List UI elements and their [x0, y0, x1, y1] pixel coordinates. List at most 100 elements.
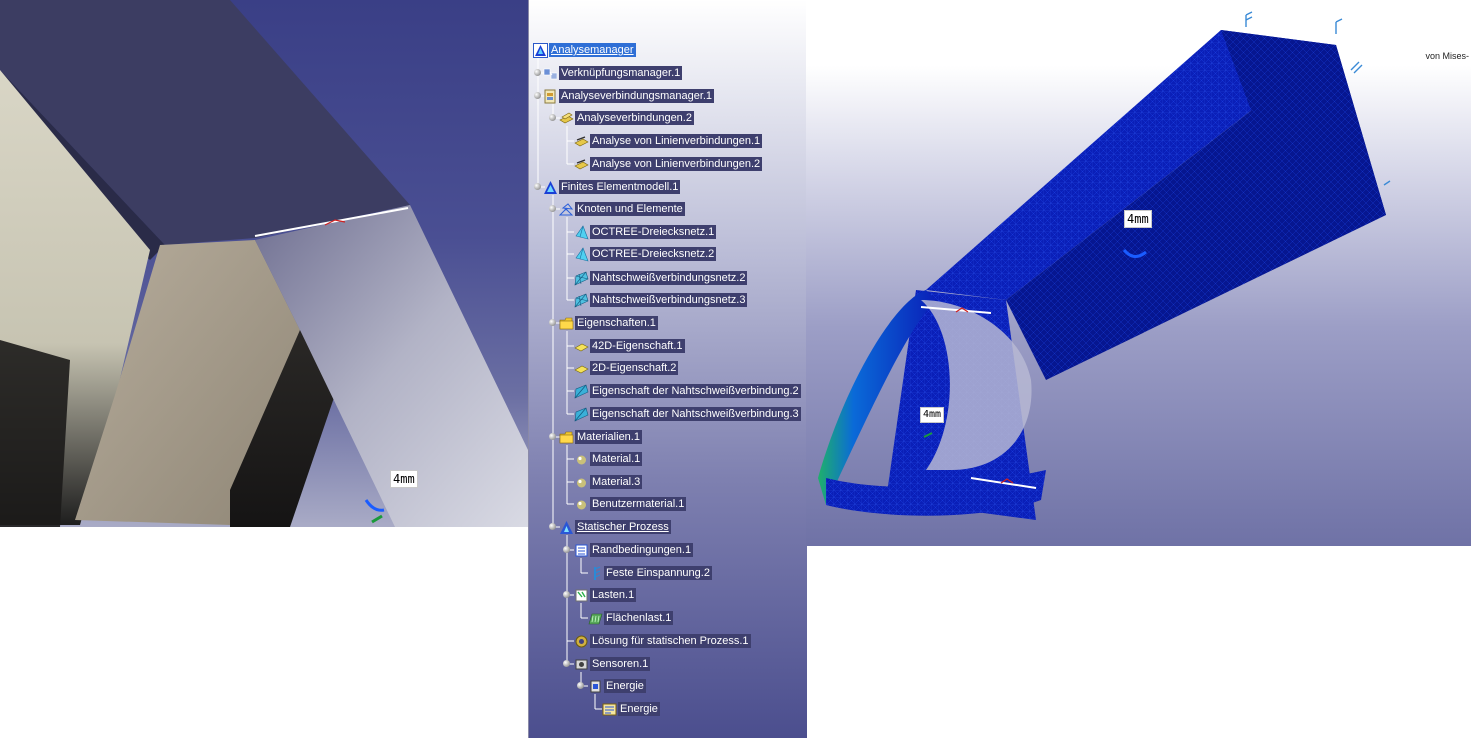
tree-item-label: Nahtschweißverbindungsnetz.3 — [590, 293, 748, 307]
tree-item[interactable]: Randbedingungen.1 — [574, 542, 694, 558]
tree-item[interactable]: Materialien.1 — [559, 429, 642, 445]
tree-item[interactable]: Material.3 — [574, 474, 643, 490]
tree-item-label: OCTREE-Dreiecksnetz.1 — [590, 225, 717, 239]
tree-item-label: Eigenschaft der Nahtschweißverbindung.3 — [590, 407, 801, 421]
static-case-icon — [560, 520, 573, 534]
tree-item[interactable]: Flächenlast.1 — [588, 610, 674, 626]
tree-item-label: Knoten und Elemente — [575, 202, 685, 216]
tree-item[interactable]: Eigenschaft der Nahtschweißverbindung.3 — [574, 406, 801, 422]
expander-toggle[interactable] — [549, 433, 556, 440]
tree-item-label: Energie — [618, 702, 660, 716]
tree-item-label: Eigenschaften.1 — [575, 316, 658, 330]
tree-item-label: Analyse von Linienverbindungen.2 — [590, 157, 763, 171]
tree-item[interactable]: Nahtschweißverbindungsnetz.2 — [574, 270, 748, 286]
expander-toggle[interactable] — [534, 92, 541, 99]
tree-item-label: Analysemanager — [549, 43, 636, 57]
right-3d-viewport[interactable]: 4mm 4mm von Mises- — [806, 0, 1471, 546]
fem-mesh-render — [818, 11, 1391, 520]
property-2d-icon — [574, 343, 589, 351]
tree-item[interactable]: OCTREE-Dreiecksnetz.2 — [574, 246, 717, 262]
tree-item-label: Materialien.1 — [575, 430, 642, 444]
triangle-mesh-icon — [575, 224, 589, 239]
tree-item[interactable]: Nahtschweißverbindungsnetz.3 — [574, 292, 748, 308]
tree-item[interactable]: Analyse von Linienverbindungen.1 — [574, 133, 763, 149]
tree-item[interactable]: Benutzermaterial.1 — [574, 496, 687, 512]
tree-item-label: Benutzermaterial.1 — [590, 497, 687, 511]
connections-icon — [559, 112, 574, 123]
weld-property-icon — [574, 407, 589, 421]
tree-item-analysemanager[interactable]: Analysemanager — [533, 42, 636, 58]
tree-item[interactable]: Finites Elementmodell.1 — [543, 179, 681, 195]
dimension-label: 4mm — [920, 407, 945, 423]
tree-item-label: Analyse von Linienverbindungen.1 — [590, 134, 763, 148]
expander-toggle[interactable] — [563, 546, 570, 553]
tree-item[interactable]: Statischer Prozess — [559, 519, 671, 535]
analysis-manager-icon — [533, 42, 548, 58]
tree-item[interactable]: Analyse von Linienverbindungen.2 — [574, 156, 763, 172]
expander-toggle[interactable] — [549, 523, 556, 530]
tree-item-label: Randbedingungen.1 — [590, 543, 694, 557]
left-3d-viewport[interactable]: 4mm — [0, 0, 528, 527]
tree-item-label: Material.3 — [590, 475, 643, 489]
loads-icon — [575, 589, 588, 601]
tree-item-label: 42D-Eigenschaft.1 — [590, 339, 685, 353]
tree-item[interactable]: Energie — [588, 678, 646, 694]
dimension-label: 4mm — [1124, 210, 1152, 228]
tree-item-label: Flächenlast.1 — [604, 611, 674, 625]
tree-item-label: Lösung für statischen Prozess.1 — [590, 634, 751, 648]
tree-item-label: Finites Elementmodell.1 — [559, 180, 681, 194]
clamp-icon — [594, 565, 601, 580]
tree-item-label: Feste Einspannung.2 — [604, 566, 712, 580]
expander-toggle[interactable] — [549, 205, 556, 212]
material-icon — [577, 478, 586, 487]
tree-item[interactable]: Eigenschaften.1 — [559, 315, 658, 331]
tree-item-label: Material.1 — [590, 452, 643, 466]
tree-item[interactable]: Lösung für statischen Prozess.1 — [574, 633, 751, 649]
tree-item[interactable]: Material.1 — [574, 451, 643, 467]
tree-item[interactable]: Lasten.1 — [574, 587, 637, 603]
material-icon — [577, 455, 586, 464]
tree-item[interactable]: 2D-Eigenschaft.2 — [574, 360, 679, 376]
tree-item[interactable]: 42D-Eigenschaft.1 — [574, 338, 685, 354]
tree-item-label: Nahtschweißverbindungsnetz.2 — [590, 271, 748, 285]
tree-item[interactable]: Verknüpfungsmanager.1 — [543, 65, 683, 81]
specification-tree[interactable]: Analysemanager Verknüpfungsmanager.1 Ana… — [528, 0, 807, 738]
line-connection-icon — [574, 158, 589, 169]
line-connection-icon — [574, 135, 589, 146]
surface-load-icon — [588, 613, 603, 624]
tree-item-label: Energie — [604, 679, 646, 693]
tree-item[interactable]: Knoten und Elemente — [559, 201, 685, 217]
energy-sensor-icon — [590, 680, 601, 692]
expander-toggle[interactable] — [563, 660, 570, 667]
tree-item[interactable]: Feste Einspannung.2 — [588, 565, 712, 581]
tree-item-label: Analyseverbindungsmanager.1 — [559, 89, 715, 103]
tree-item[interactable]: OCTREE-Dreiecksnetz.1 — [574, 224, 717, 240]
fem-model-icon — [544, 180, 557, 194]
tree-item[interactable]: Eigenschaft der Nahtschweißverbindung.2 — [574, 383, 801, 399]
tree-item-label: Verknüpfungsmanager.1 — [559, 66, 683, 80]
tree-item[interactable]: Analyseverbindungen.2 — [559, 110, 694, 126]
weld-geometry-render — [0, 0, 528, 527]
expander-toggle[interactable] — [534, 69, 541, 76]
tree-item[interactable]: Analyseverbindungsmanager.1 — [543, 88, 715, 104]
tree-item[interactable]: Energie — [602, 701, 660, 717]
expander-toggle[interactable] — [577, 682, 584, 689]
tree-item-label: OCTREE-Dreiecksnetz.2 — [590, 247, 717, 261]
tree-item[interactable]: Sensoren.1 — [574, 656, 651, 672]
tree-item-label: Sensoren.1 — [590, 657, 651, 671]
folder-icon — [559, 317, 574, 329]
expander-toggle[interactable] — [549, 319, 556, 326]
tree-item-label: Analyseverbindungen.2 — [575, 111, 694, 125]
expander-toggle[interactable] — [549, 114, 556, 121]
tree-item-label: Lasten.1 — [590, 588, 637, 602]
nodes-elements-icon — [559, 202, 574, 215]
triangle-mesh-icon — [575, 246, 589, 261]
material-icon — [577, 500, 586, 509]
energy-result-icon — [602, 703, 617, 715]
tree-item-label: 2D-Eigenschaft.2 — [590, 361, 679, 375]
expander-toggle[interactable] — [534, 183, 541, 190]
seam-weld-mesh-icon — [574, 271, 589, 285]
folder-icon — [559, 431, 574, 443]
expander-toggle[interactable] — [563, 591, 570, 598]
restraints-icon — [575, 544, 588, 556]
